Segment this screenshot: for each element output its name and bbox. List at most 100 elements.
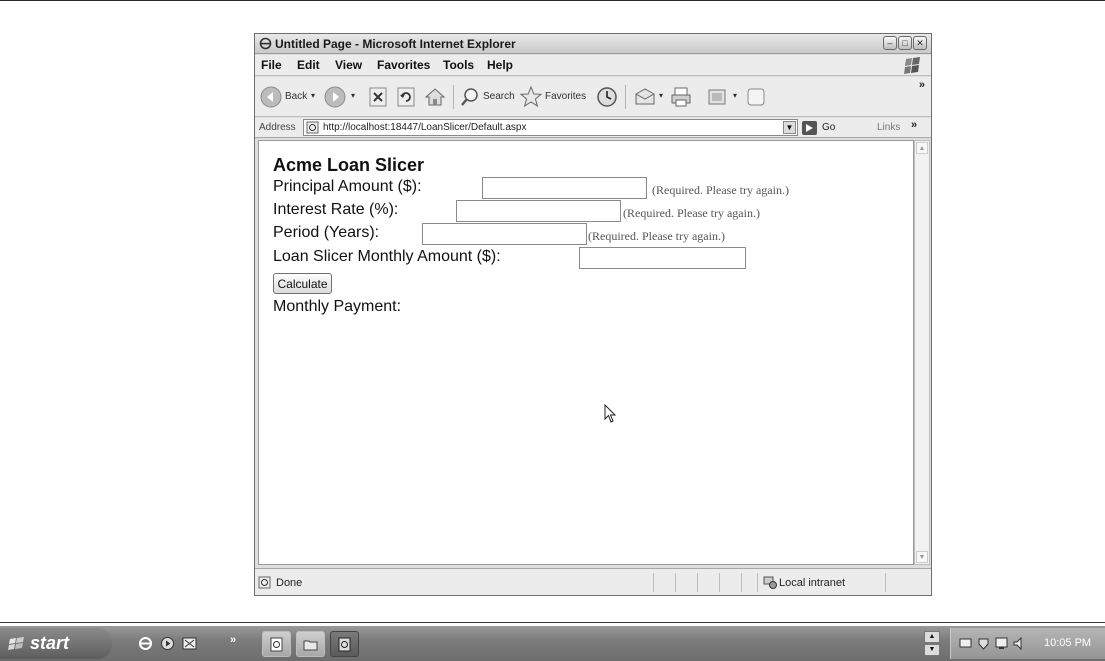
menu-favorites[interactable]: Favorites xyxy=(377,58,430,72)
favorites-star-icon[interactable] xyxy=(519,85,543,109)
system-clock[interactable]: 10:05 PM xyxy=(1044,637,1091,649)
ie-page-icon xyxy=(270,637,283,652)
calculate-button[interactable]: Calculate xyxy=(273,273,332,294)
security-icon[interactable] xyxy=(977,637,990,650)
toolbar-separator xyxy=(625,85,626,109)
links-overflow-icon[interactable]: » xyxy=(911,119,917,131)
mouse-cursor-icon xyxy=(604,404,617,423)
principal-input[interactable] xyxy=(482,177,647,199)
mail-dropdown-icon[interactable]: ▾ xyxy=(659,91,663,100)
ie-window: Untitled Page - Microsoft Internet Explo… xyxy=(254,33,932,596)
scroll-down-icon[interactable]: ▼ xyxy=(924,644,940,656)
address-url[interactable]: http://localhost:18447/LoanSlicer/Defaul… xyxy=(323,122,526,133)
stop-icon[interactable] xyxy=(367,85,389,109)
address-bar: Address http://localhost:18447/LoanSlice… xyxy=(255,118,931,138)
discuss-icon[interactable] xyxy=(745,85,767,109)
security-zone: Local intranet xyxy=(779,577,846,589)
page-content: Acme Loan Slicer Principal Amount ($): (… xyxy=(258,140,914,565)
page-done-icon xyxy=(258,576,271,589)
monthly-payment-label: Monthly Payment: xyxy=(273,298,402,315)
interest-validator: (Required. Please try again.) xyxy=(623,206,760,220)
menu-view[interactable]: View xyxy=(335,58,362,72)
status-bar: Done Local intranet xyxy=(255,568,931,595)
start-button[interactable]: start xyxy=(0,628,112,659)
go-arrow-icon[interactable] xyxy=(802,121,817,135)
back-dropdown-icon[interactable]: ▾ xyxy=(311,91,315,100)
menu-edit[interactable]: Edit xyxy=(297,58,320,72)
address-input[interactable]: http://localhost:18447/LoanSlicer/Defaul… xyxy=(303,119,798,136)
maximize-icon[interactable]: □ xyxy=(898,36,912,50)
status-pane xyxy=(675,573,676,592)
page-title: Acme Loan Slicer xyxy=(273,155,425,175)
search-button-label[interactable]: Search xyxy=(483,91,515,102)
refresh-icon[interactable] xyxy=(395,85,417,109)
links-label[interactable]: Links xyxy=(877,122,900,133)
period-input[interactable] xyxy=(422,223,587,245)
history-icon[interactable] xyxy=(595,85,619,109)
system-tray: 10:05 PM xyxy=(950,628,1105,659)
taskbar-scroll[interactable]: ▲ ▼ xyxy=(924,631,940,657)
page-icon xyxy=(306,121,319,134)
resize-grip[interactable] xyxy=(885,573,886,592)
scroll-up-icon[interactable]: ▲ xyxy=(916,142,928,154)
volume-icon[interactable] xyxy=(1013,637,1026,650)
home-icon[interactable] xyxy=(423,85,447,109)
scroll-up-icon[interactable]: ▲ xyxy=(924,631,940,643)
back-arrow-icon[interactable] xyxy=(259,85,283,109)
back-button-label[interactable]: Back xyxy=(285,91,307,102)
desktop-quicklaunch-icon[interactable] xyxy=(182,636,197,651)
mail-icon[interactable] xyxy=(633,85,657,109)
menu-bar: File Edit View Favorites Tools Help xyxy=(255,55,931,76)
start-label[interactable]: start xyxy=(30,633,69,654)
interest-input[interactable] xyxy=(456,200,621,222)
toolbar-separator xyxy=(453,85,454,109)
status-pane xyxy=(653,573,654,592)
quicklaunch-overflow-icon[interactable]: » xyxy=(230,634,236,646)
display-icon[interactable] xyxy=(995,637,1008,650)
task-ie-window[interactable] xyxy=(262,631,291,657)
edit-icon[interactable] xyxy=(705,85,729,109)
status-pane xyxy=(719,573,720,592)
menu-file[interactable]: File xyxy=(261,58,282,72)
address-dropdown-icon[interactable]: ▼ xyxy=(783,121,796,134)
search-icon[interactable] xyxy=(459,85,481,109)
bottom-border xyxy=(0,622,1105,623)
windows-logo-icon xyxy=(904,57,920,74)
window-title: Untitled Page - Microsoft Internet Explo… xyxy=(275,37,516,51)
edit-dropdown-icon[interactable]: ▾ xyxy=(733,91,737,100)
monthly-amount-input[interactable] xyxy=(579,247,746,269)
address-label: Address xyxy=(259,122,296,133)
ie-app-icon xyxy=(259,37,272,50)
close-icon[interactable]: ✕ xyxy=(913,36,927,50)
windows-logo-icon xyxy=(8,637,24,650)
favorites-button-label[interactable]: Favorites xyxy=(545,91,586,102)
scroll-down-icon[interactable]: ▼ xyxy=(916,551,928,563)
period-validator: (Required. Please try again.) xyxy=(588,229,725,243)
vertical-scrollbar[interactable]: ▲ ▼ xyxy=(914,140,930,565)
task-folder-window[interactable] xyxy=(296,631,325,657)
period-label: Period (Years): xyxy=(273,224,380,241)
forward-arrow-icon[interactable] xyxy=(323,85,347,109)
media-quicklaunch-icon[interactable] xyxy=(160,636,175,651)
task-active-window[interactable] xyxy=(330,631,359,657)
forward-dropdown-icon[interactable]: ▾ xyxy=(351,91,355,100)
status-pane xyxy=(757,573,758,592)
minimize-icon[interactable]: – xyxy=(883,36,897,50)
window-controls: – □ ✕ xyxy=(883,36,927,50)
menu-tools[interactable]: Tools xyxy=(443,58,474,72)
menu-help[interactable]: Help xyxy=(487,58,513,72)
go-button-label[interactable]: Go xyxy=(822,122,835,133)
toolbar-overflow-icon[interactable]: » xyxy=(919,79,925,91)
app-window-icon xyxy=(338,637,351,652)
network-icon[interactable] xyxy=(959,637,972,650)
status-text: Done xyxy=(276,577,303,589)
status-pane xyxy=(741,573,742,592)
top-border xyxy=(0,0,1105,1)
title-bar[interactable]: Untitled Page - Microsoft Internet Explo… xyxy=(255,34,931,54)
ie-quicklaunch-icon[interactable] xyxy=(138,636,153,651)
status-pane xyxy=(697,573,698,592)
interest-label: Interest Rate (%): xyxy=(273,201,399,218)
folder-icon xyxy=(303,640,318,651)
monthly-amount-label: Loan Slicer Monthly Amount ($): xyxy=(273,248,501,265)
print-icon[interactable] xyxy=(669,85,693,109)
